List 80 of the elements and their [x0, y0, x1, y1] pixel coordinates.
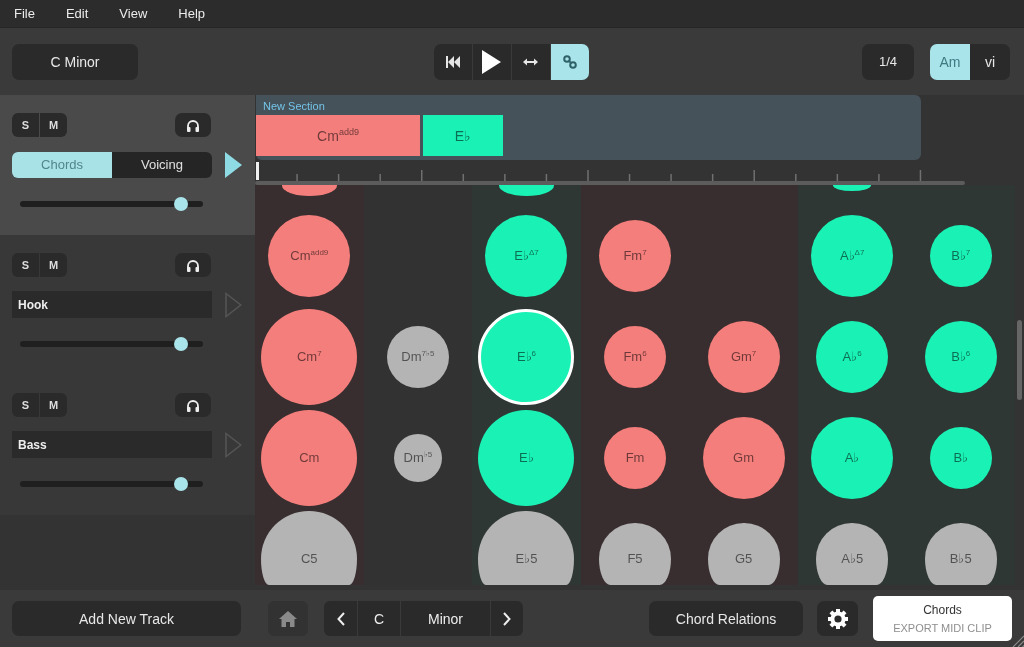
chord-circle[interactable]: Fm$^{6}$	[604, 325, 666, 388]
chord-circle[interactable]: Gm$^{7}$	[707, 320, 780, 393]
chord-circle[interactable]: B♭	[929, 426, 992, 489]
track-mode-tab[interactable]: Chords	[12, 151, 112, 178]
settings-button[interactable]	[817, 601, 858, 636]
chord-circle[interactable]: Fm$^{7}$	[599, 219, 671, 292]
chevron-left-icon	[336, 611, 345, 626]
link-button[interactable]	[550, 43, 589, 80]
chord-circle[interactable]: Cm$^{7}$	[261, 308, 358, 405]
chord-circle[interactable]: E♭$^{6}$	[478, 308, 575, 405]
key-mode-button[interactable]: Minor	[401, 601, 490, 636]
slider-thumb[interactable]	[174, 477, 189, 491]
headphones-icon	[186, 398, 200, 412]
export-hint: EXPORT MIDI CLIP	[893, 622, 992, 634]
chord-circle[interactable]: Cm$^{add9}$	[268, 214, 351, 297]
mute-button[interactable]: M	[40, 393, 67, 417]
solo-button[interactable]: S	[12, 113, 39, 137]
slider-thumb[interactable]	[174, 197, 189, 211]
home-button[interactable]	[268, 601, 308, 636]
headphones-button[interactable]	[175, 253, 211, 277]
double-arrow-icon	[523, 57, 538, 66]
export-clip-tile[interactable]: Chords EXPORT MIDI CLIP	[873, 596, 1012, 641]
chord-circle[interactable]: A♭	[811, 416, 894, 499]
menu-item[interactable]: File	[8, 4, 41, 23]
key-root-button[interactable]: C	[358, 601, 400, 636]
headphones-button[interactable]	[175, 113, 211, 137]
solo-button[interactable]: S	[12, 393, 39, 417]
chord-circle[interactable]: E♭$^{Δ7}$	[485, 214, 568, 297]
double-arrow-button[interactable]	[511, 43, 550, 80]
chord-block[interactable]: Cm$^{add9}$	[256, 115, 420, 156]
next-key-button[interactable]	[491, 601, 523, 636]
triangle-icon[interactable]	[225, 151, 242, 178]
chord-block[interactable]: E♭	[423, 115, 503, 156]
headphones-button[interactable]	[175, 393, 211, 417]
chord-circle[interactable]: Cm	[261, 409, 358, 506]
chord-circle[interactable]: Dm$^{♭5}$	[393, 433, 442, 482]
link-icon	[562, 54, 577, 69]
settings-icon	[827, 608, 848, 629]
solo-button[interactable]: S	[12, 253, 39, 277]
track-name-field[interactable]: Bass	[12, 431, 212, 458]
chord-circle[interactable]: B♭$^{7}$	[929, 224, 992, 287]
resize-grip-icon[interactable]	[1012, 635, 1024, 647]
menu-item[interactable]: Edit	[59, 4, 95, 23]
chord-circle[interactable]: Fm	[604, 426, 666, 489]
mute-button[interactable]: M	[40, 113, 67, 137]
key-button[interactable]: C Minor	[12, 43, 138, 80]
play-button[interactable]	[472, 43, 511, 80]
chord-relations-button[interactable]: Chord Relations	[649, 601, 803, 636]
menu-item[interactable]: View	[113, 4, 154, 23]
grid-resolution-button[interactable]: 1/4	[862, 43, 914, 80]
play-icon	[482, 49, 501, 74]
chord-circle[interactable]: Gm	[702, 416, 785, 499]
clip-title: Chords	[923, 603, 962, 617]
skip-back-icon	[445, 55, 460, 68]
horizontal-scrollbar[interactable]	[255, 181, 965, 185]
headphones-icon	[186, 118, 200, 132]
menu-item[interactable]: Help	[172, 4, 212, 23]
skip-back-button[interactable]	[433, 43, 472, 80]
headphones-icon	[186, 258, 200, 272]
previous-key-button[interactable]	[324, 601, 357, 636]
add-track-button[interactable]: Add New Track	[12, 601, 241, 636]
track-panel[interactable]: S M Chords Voicing	[0, 95, 255, 235]
playhead-marker[interactable]	[256, 162, 259, 180]
mute-button[interactable]: M	[40, 253, 67, 277]
chord-circle[interactable]: A♭$^{Δ7}$	[811, 214, 894, 297]
chord-circle[interactable]: A♭$^{6}$	[816, 320, 889, 393]
track-panel[interactable]: S M Hook	[0, 235, 255, 375]
track-mode-tab[interactable]: Voicing	[112, 151, 212, 178]
home-icon	[279, 610, 297, 627]
track-panel[interactable]: S M Bass	[0, 375, 255, 515]
chevron-right-icon	[503, 611, 511, 626]
vertical-scrollbar[interactable]	[1017, 320, 1022, 400]
section-title[interactable]: New Section	[263, 99, 325, 113]
chord-circle[interactable]: B♭$^{6}$	[924, 320, 997, 393]
slider-thumb[interactable]	[174, 337, 189, 351]
chord-circle[interactable]: Dm$^{7♭5}$	[386, 325, 449, 388]
track-name-field[interactable]: Hook	[12, 291, 212, 318]
chord-name-tab[interactable]: vi	[970, 43, 1010, 80]
chord-name-tab[interactable]: Am	[930, 43, 970, 80]
chord-circle[interactable]: E♭	[478, 409, 575, 506]
